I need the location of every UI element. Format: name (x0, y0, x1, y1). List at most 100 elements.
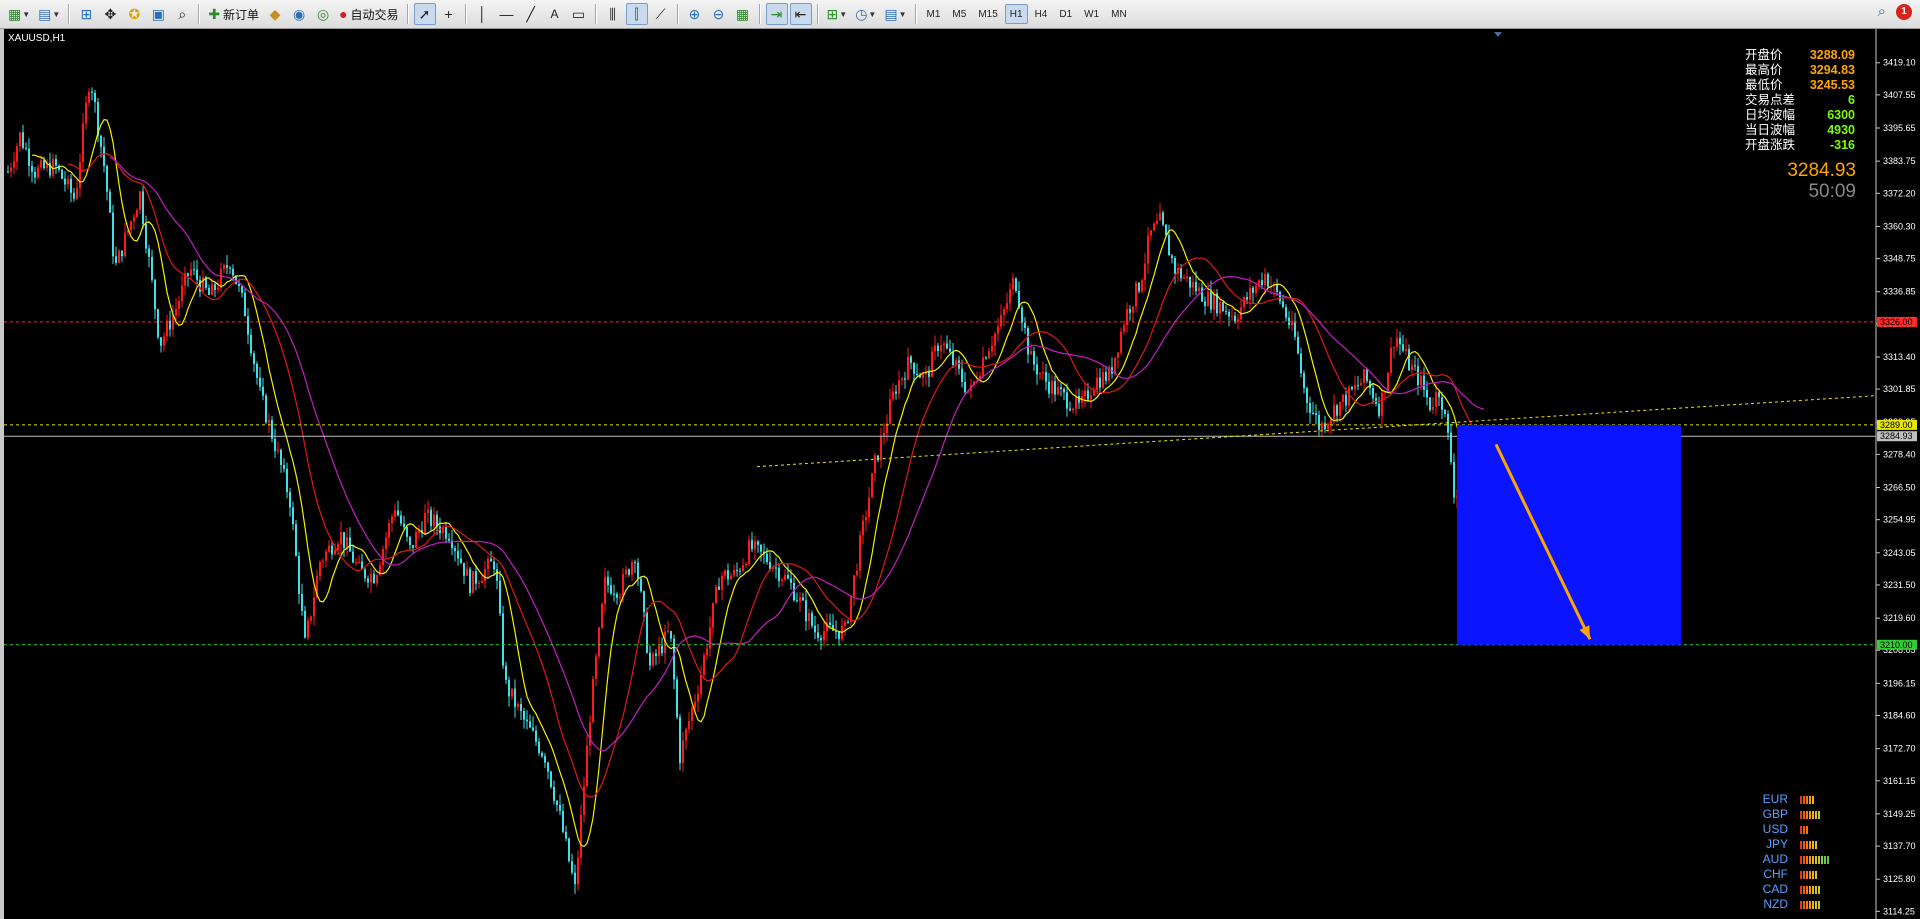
search-icon[interactable]: ⌕ (1878, 3, 1886, 20)
auto-scroll-icon: ⇥ (770, 6, 783, 22)
bear-candle (1054, 381, 1056, 395)
signals-button[interactable]: ◉ (288, 3, 310, 25)
new-chart-button[interactable]: ▦ ▼ (5, 3, 33, 25)
label-tool-button[interactable]: ▭ (568, 3, 590, 25)
strength-bar (1803, 855, 1805, 864)
timeframe-h4-button[interactable]: H4 (1030, 4, 1053, 24)
timeframe-d1-button[interactable]: D1 (1054, 4, 1077, 24)
bear-candle (445, 527, 447, 539)
templates-button[interactable]: ▤ ▼ (881, 3, 909, 25)
bull-candle (382, 549, 384, 566)
bear-candle (1414, 365, 1416, 367)
bull-candle (1231, 315, 1233, 317)
candle-chart-button[interactable]: ⫿ (625, 3, 648, 25)
trendline-button[interactable]: ╱ (520, 3, 542, 25)
price-tick-label: 3161.15 (1883, 776, 1916, 786)
bear-candle (160, 337, 162, 346)
bear-candle (568, 838, 570, 862)
bear-candle (1027, 327, 1029, 355)
price-tick-label: 3383.75 (1883, 156, 1916, 166)
bull-candle (1084, 390, 1086, 397)
timeframe-m15-button[interactable]: M15 (973, 4, 1002, 24)
strategy-tester-button[interactable]: ⌕ (171, 3, 193, 25)
bull-candle (478, 582, 480, 584)
bear-candle (1441, 397, 1443, 410)
bear-candle (400, 515, 402, 524)
line-chart-button[interactable]: ⟋ (650, 3, 672, 25)
bar-chart-button[interactable]: ⫼ (602, 3, 624, 25)
timeframe-w1-button[interactable]: W1 (1079, 4, 1104, 24)
bear-candle (757, 541, 759, 545)
bull-candle (1390, 347, 1392, 373)
zoom-out-button[interactable]: ⊖ (708, 3, 730, 25)
info-label: 最高价 (1745, 63, 1783, 77)
bear-candle (262, 386, 264, 396)
bear-candle (817, 632, 819, 638)
chart-shift-button[interactable]: ⇤ (789, 3, 812, 25)
toolbar-divider (464, 4, 467, 24)
timeframe-m1-button[interactable]: M1 (922, 4, 946, 24)
bear-candle (952, 351, 954, 365)
market-watch-icon: ⊞ (80, 6, 93, 22)
bull-candle (784, 574, 786, 580)
info-row: 最低价 3245.53 (1745, 78, 1855, 93)
bull-candle (1219, 302, 1221, 314)
bear-candle (28, 148, 30, 166)
bull-candle (1381, 392, 1383, 416)
bull-candle (1243, 297, 1245, 308)
bear-candle (1165, 224, 1167, 236)
new-order-button[interactable]: ✚ 新订单 (205, 3, 262, 25)
horizontal-line-button[interactable]: — (496, 3, 518, 25)
notification-badge[interactable]: 1 (1896, 3, 1912, 20)
tile-windows-button[interactable]: ▦ (732, 3, 754, 25)
auto-trade-button[interactable]: ● 自动交易 (336, 3, 401, 25)
bull-candle (79, 162, 81, 188)
auto-scroll-button[interactable]: ⇥ (765, 3, 788, 25)
profiles-button[interactable]: ▤ ▼ (35, 3, 63, 25)
bear-candle (529, 721, 531, 728)
strength-bar (1812, 810, 1814, 819)
bear-candle (820, 637, 822, 641)
price-tick-label: 3114.25 (1883, 906, 1915, 916)
editor-icon: ◆ (269, 6, 281, 22)
timeframe-mn-button[interactable]: MN (1106, 4, 1132, 24)
terminal-button[interactable]: ▣ (147, 3, 169, 25)
price-chart[interactable]: 3419.10 3407.55 3395.65 3383.75 3372.20 3360.… (0, 29, 1920, 919)
navigator-button[interactable]: ✪ (123, 3, 145, 25)
bear-candle (280, 449, 282, 465)
bear-candle (1315, 413, 1317, 415)
bear-candle (103, 146, 105, 166)
periods-button[interactable]: ◷ ▼ (852, 3, 879, 25)
market-button[interactable]: ◎ (312, 3, 334, 25)
strength-bar (1815, 810, 1817, 819)
crosshair-tool-button[interactable]: + (438, 3, 460, 25)
bull-candle (709, 627, 711, 649)
text-tool-button[interactable]: A (544, 3, 566, 25)
price-tick-label: 3419.10 (1883, 58, 1916, 68)
bear-candle (430, 509, 432, 527)
bull-candle (415, 532, 417, 548)
bull-candle (721, 575, 723, 590)
metaeditor-button[interactable]: ◆ (264, 3, 286, 25)
bear-candle (811, 612, 813, 626)
timeframe-h1-button[interactable]: H1 (1004, 4, 1028, 24)
strength-bar (1806, 870, 1808, 879)
bull-candle (376, 575, 378, 584)
chevron-down-icon: ▼ (839, 9, 848, 19)
strength-bars (1800, 825, 1808, 834)
timeframe-m5-button[interactable]: M5 (947, 4, 971, 24)
vertical-line-icon: │ (478, 6, 487, 22)
bear-candle (1024, 322, 1026, 328)
indicators-button[interactable]: ⊞ ▼ (824, 3, 851, 25)
cursor-tool-button[interactable]: ➚ (413, 3, 436, 25)
bear-candle (256, 363, 258, 378)
bear-candle (1444, 409, 1446, 414)
zoom-in-button[interactable]: ⊕ (684, 3, 706, 25)
bear-candle (1033, 351, 1035, 365)
bear-candle (34, 171, 36, 178)
data-window-button[interactable]: ✥ (99, 3, 121, 25)
bull-candle (76, 187, 78, 199)
info-row: 日均波幅 6300 (1745, 108, 1855, 123)
market-watch-button[interactable]: ⊞ (75, 3, 97, 25)
vertical-line-button[interactable]: │ (472, 3, 494, 25)
